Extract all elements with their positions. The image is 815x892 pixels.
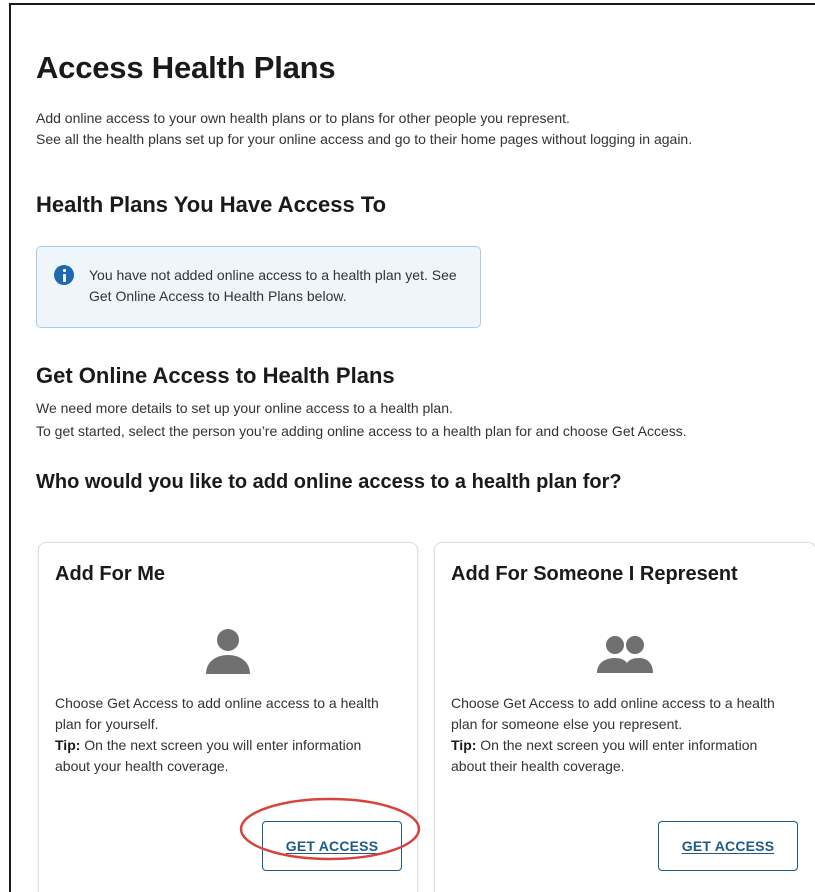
card-title: Add For Me	[55, 563, 165, 585]
info-message: You have not added online access to a he…	[89, 267, 457, 304]
card-description-text: Choose Get Access to add online access t…	[55, 695, 379, 732]
card-title: Add For Someone I Represent	[451, 563, 738, 585]
card-add-for-me: Add For Me Choose Get Access to add onli…	[38, 542, 418, 892]
card-description-text: Choose Get Access to add online access t…	[451, 695, 775, 732]
info-circle-icon	[54, 265, 74, 285]
person-icon	[206, 629, 250, 674]
card-description: Choose Get Access to add online access t…	[451, 693, 796, 777]
page-frame: Access Health Plans Add online access to…	[9, 3, 815, 892]
get-access-button-me[interactable]: GET ACCESS	[262, 821, 402, 871]
page-intro: Add online access to your own health pla…	[36, 108, 692, 150]
get-access-heading: Get Online Access to Health Plans	[36, 363, 395, 388]
intro-line: See all the health plans set up for your…	[36, 131, 693, 147]
page-title: Access Health Plans	[36, 50, 336, 85]
get-access-description: We need more details to set up your onli…	[36, 397, 687, 443]
tip-label: Tip:	[451, 737, 477, 753]
intro-line: Add online access to your own health pla…	[36, 110, 570, 126]
info-alert: You have not added online access to a he…	[36, 246, 481, 328]
who-question: Who would you like to add online access …	[36, 471, 622, 493]
tip-text: On the next screen you will enter inform…	[55, 737, 362, 774]
access-heading: Health Plans You Have Access To	[36, 192, 387, 217]
tip-text: On the next screen you will enter inform…	[451, 737, 758, 774]
card-add-for-someone: Add For Someone I Represent Choose Get A…	[434, 542, 815, 892]
description-line: To get started, select the person you’re…	[36, 423, 687, 439]
people-icon	[597, 636, 653, 673]
get-access-button-someone[interactable]: GET ACCESS	[658, 821, 798, 871]
card-description: Choose Get Access to add online access t…	[55, 693, 400, 777]
tip-label: Tip:	[55, 737, 81, 753]
description-line: We need more details to set up your onli…	[36, 400, 453, 416]
